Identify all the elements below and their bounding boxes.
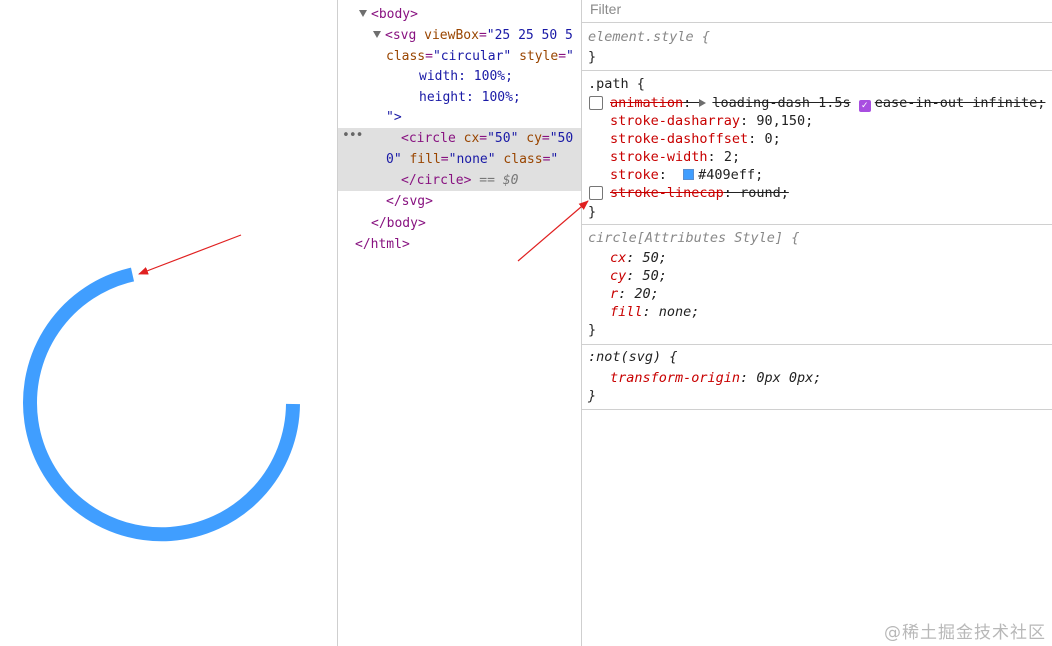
prop-cx: cx: 50; (610, 250, 667, 266)
color-swatch-icon[interactable] (683, 169, 695, 180)
watermark: @稀土掘金技术社区 (884, 623, 1046, 643)
toggle-animation-checkbox[interactable] (589, 96, 603, 110)
dom-circle-close[interactable]: </circle> == $0 (401, 170, 518, 191)
styles-panel: element.style { } .path { animation: loa… (582, 0, 1052, 646)
rule-selector: :not(svg) { (588, 349, 678, 365)
prop-stroke-width[interactable]: stroke-width: 2; (610, 148, 740, 166)
preview-pane (0, 0, 338, 646)
dom-svg-close-attr: "> (386, 110, 402, 125)
dom-svg-close[interactable]: </svg> (386, 191, 433, 212)
rule-element-style: element.style { } (582, 24, 1052, 71)
dom-html-close[interactable]: </html> (355, 234, 410, 255)
dom-body-open[interactable]: <body> (371, 4, 418, 25)
expand-svg-icon[interactable] (373, 31, 381, 38)
rule-not-svg: :not(svg) { transform-origin: 0px 0px; } (582, 345, 1052, 410)
expand-body-icon[interactable] (359, 10, 367, 17)
loader-arc (23, 267, 300, 542)
rule-close: } (588, 204, 597, 220)
prop-r: r: 20; (610, 286, 659, 302)
prop-stroke[interactable]: stroke: #409eff; (610, 166, 763, 184)
dom-style-width: width: 100%; (419, 69, 513, 84)
selected-marker: == $0 (479, 173, 519, 188)
rule-selector[interactable]: .path { (588, 75, 645, 93)
rule-close: } (588, 49, 597, 65)
easing-editor-icon[interactable]: ✓ (858, 100, 871, 112)
prop-transform-origin: transform-origin: 0px 0px; (610, 370, 822, 386)
dom-style-height: height: 100%; (419, 90, 521, 105)
dom-body-close[interactable]: </body> (371, 213, 426, 234)
rule-path: .path { animation: loading-dash 1.5s ✓ ea… (582, 71, 1052, 225)
rule-circle-attributes: circle[Attributes Style] { cx: 50; cy: 5… (582, 225, 1052, 345)
rule-close: } (588, 388, 597, 404)
prop-animation[interactable]: animation: loading-dash 1.5s ✓ ease-in-ou… (610, 94, 1045, 112)
elements-panel: ••• <body> <svg viewBox="25 25 50 5 clas… (338, 0, 582, 646)
circular-loader (23, 267, 300, 542)
prop-stroke-linecap[interactable]: stroke-linecap: round; (610, 184, 789, 202)
dom-svg-open[interactable]: <svg viewBox="25 25 50 5 (385, 25, 573, 46)
filter-bar (582, 0, 1052, 23)
rule-selector[interactable]: element.style { (588, 28, 710, 46)
prop-cy: cy: 50; (610, 268, 667, 284)
more-actions-icon[interactable]: ••• (342, 128, 364, 143)
dom-circle-open[interactable]: <circle cx="50" cy="50 (401, 128, 573, 149)
play-animation-icon[interactable] (699, 99, 707, 107)
dom-svg-attrs[interactable]: class="circular" style=" (386, 46, 574, 67)
prop-fill: fill: none; (610, 304, 700, 320)
rule-close: } (588, 322, 597, 338)
dom-circle-attrs[interactable]: 0" fill="none" class=" (386, 149, 558, 170)
rule-selector: circle[Attributes Style] { (588, 230, 800, 246)
filter-input[interactable] (590, 0, 1030, 18)
prop-stroke-dasharray[interactable]: stroke-dasharray: 90,150; (610, 112, 813, 130)
toggle-linecap-checkbox[interactable] (589, 186, 603, 200)
prop-stroke-dashoffset[interactable]: stroke-dashoffset: 0; (610, 130, 781, 148)
